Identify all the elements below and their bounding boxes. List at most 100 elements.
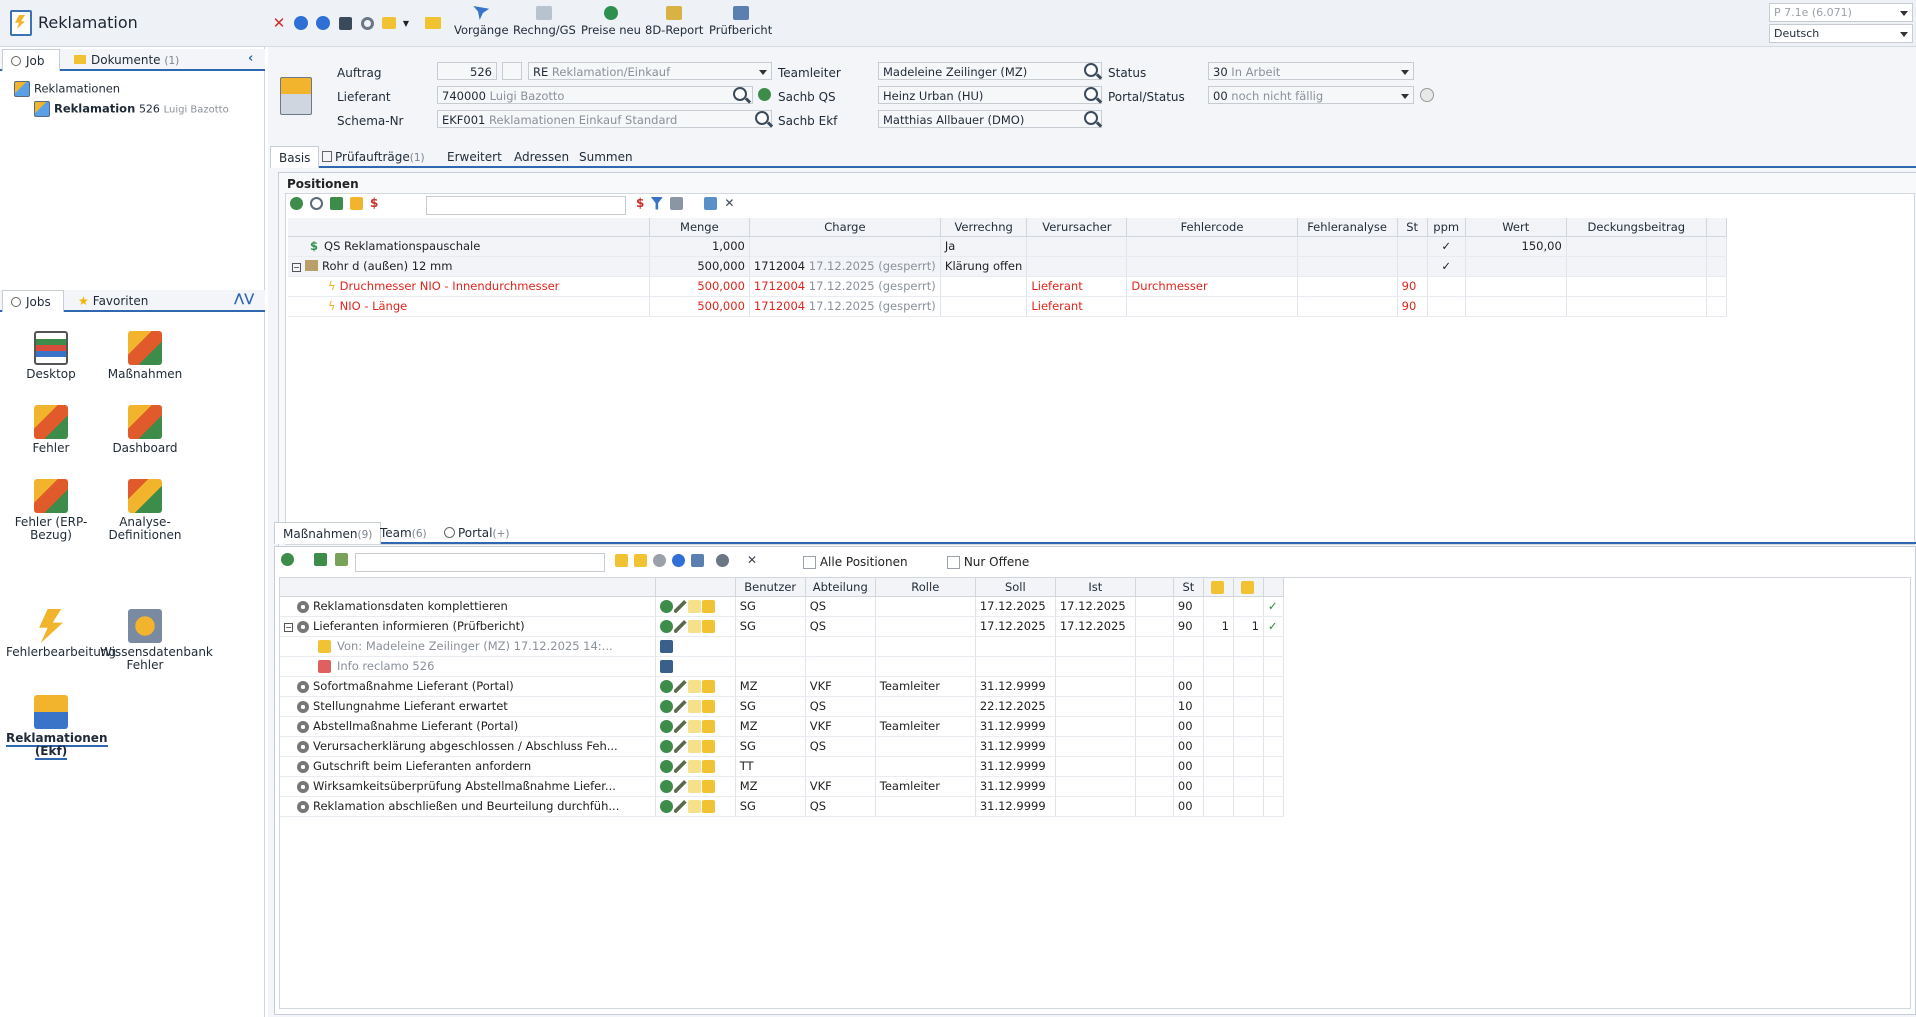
massnahme-row[interactable]: Verursacherklärung abgeschlossen / Absch… [280,736,1285,757]
folder-icon[interactable] [701,780,715,793]
refresh-icon[interactable] [659,700,673,713]
toolbar-pruefbericht-button[interactable]: Prüfbericht [709,6,772,37]
tree-item-reklamationen[interactable]: Reklamationen [14,81,120,97]
filter-alle-positionen[interactable]: Alle Positionen [803,555,908,569]
language-select[interactable]: Deutsch [1769,24,1913,43]
col-st[interactable]: St [1397,218,1428,237]
massnahme-row[interactable]: Wirksamkeitsüberprüfung Abstellmaßnahme … [280,776,1285,797]
mail-icon[interactable] [687,620,701,633]
col-fehleranalyse[interactable]: Fehleranalyse [1297,218,1398,237]
search-icon[interactable] [755,111,769,125]
col-name[interactable] [280,578,656,597]
tile-fehler[interactable]: Fehler [6,405,96,455]
search-icon[interactable] [1084,63,1098,77]
massnahme-row[interactable]: − Lieferanten informieren (Prüfbericht) SG… [280,616,1285,637]
tree-item-reklamation-526[interactable]: Reklamation 526 Luigi Bazotto [34,101,229,117]
col-st[interactable]: St [1173,578,1204,597]
massnahmen-search-input[interactable] [355,553,605,572]
filter-nur-offene[interactable]: Nur Offene [947,555,1029,569]
collapse-icon[interactable]: − [292,263,301,272]
edit-icon[interactable] [673,700,687,713]
mail-icon[interactable] [687,800,701,813]
col-soll[interactable]: Soll [975,578,1056,597]
positionen-search-input[interactable] [426,196,626,215]
gear-icon[interactable] [653,553,666,567]
settings-icon[interactable]: ✕ [724,196,734,210]
tab-jobs[interactable]: Jobs [2,290,64,312]
sort-arrows-icon[interactable]: ⋀⋁ [234,291,254,305]
settings-gear-icon[interactable] [716,553,729,567]
col-ist[interactable]: Ist [1055,578,1136,597]
info-icon[interactable] [672,553,685,567]
person-icon[interactable] [691,553,704,567]
excel-icon[interactable] [330,196,343,210]
mail-icon[interactable] [687,780,701,793]
calculator-icon[interactable] [670,196,684,210]
refresh-icon[interactable] [659,740,673,753]
collapse-left-icon[interactable]: ‹ [248,51,253,66]
refresh-icon[interactable] [659,620,673,633]
auftrag-type-select[interactable]: RE Reklamation/Einkauf [528,62,772,80]
col-charge[interactable]: Charge [749,218,941,237]
search-icon[interactable] [310,196,323,210]
folder-icon[interactable] [424,14,442,32]
folder-icon[interactable] [701,740,715,753]
mail-icon[interactable] [687,760,701,773]
auftrag-no-field[interactable]: 526 [437,62,497,80]
tools-icon[interactable]: ✕ [747,553,757,567]
refresh-icon[interactable] [659,680,673,693]
edit-icon[interactable] [673,680,687,693]
add-position-icon[interactable] [350,196,363,210]
position-row[interactable]: ϟ NIO - Länge 500,000 1712004 17.12.2025 … [288,296,1728,317]
edit-icon[interactable] [673,760,687,773]
save-icon[interactable] [336,14,354,32]
tile-analyse[interactable]: Analyse-Definitionen [100,479,190,542]
sachbqs-field[interactable]: Heinz Urban (HU) [878,86,1102,104]
refresh-icon[interactable] [290,196,303,210]
refresh-icon[interactable] [659,720,673,733]
col-fehlercode[interactable]: Fehlercode [1126,218,1298,237]
tab-team[interactable]: Team(6) [372,522,435,544]
sachbekf-field[interactable]: Matthias Allbauer (DMO) [878,110,1102,128]
massnahme-row[interactable]: Abstellmaßnahme Lieferant (Portal) MZ VKF T… [280,716,1285,737]
refresh-icon[interactable] [659,760,673,773]
alle-positionen-checkbox[interactable] [803,556,816,569]
edit-icon[interactable] [673,800,687,813]
tile-massnahmen[interactable]: Maßnahmen [100,331,190,381]
massnahme-subrow[interactable]: Von: Madeleine Zeilinger (MZ) 17.12.2025… [280,636,1285,657]
tab-adressen[interactable]: Adressen [506,146,577,168]
plugin-icon[interactable] [704,196,718,210]
tab-massnahmen[interactable]: Maßnahmen(9) [274,522,382,544]
folder-icon[interactable] [634,553,647,567]
tile-fehler-erp[interactable]: Fehler (ERP-Bezug) [6,479,96,542]
col-name[interactable] [288,218,650,237]
forward-icon[interactable] [314,14,332,32]
position-row[interactable]: $ QS Reklamationspauschale 1,000 Ja ✓ 150… [288,236,1728,257]
massnahme-row[interactable]: Reklamation abschließen und Beurteilung … [280,796,1285,817]
folder-icon[interactable] [701,720,715,733]
massnahme-subrow[interactable]: Info reclamo 526 [280,656,1285,677]
massnahme-row[interactable]: Sofortmaßnahme Lieferant (Portal) MZ VKF Te… [280,676,1285,697]
tab-summen[interactable]: Summen [571,146,641,168]
chevron-down-icon[interactable]: ▼ [402,14,410,32]
col-verursacher[interactable]: Verursacher [1026,218,1128,237]
schema-field[interactable]: EKF001 Reklamationen Einkauf Standard [437,110,772,128]
edit-icon[interactable] [673,720,687,733]
edit-icon[interactable] [673,620,687,633]
folder-icon[interactable] [701,700,715,713]
col-rolle[interactable]: Rolle [875,578,976,597]
nur-offene-checkbox[interactable] [947,556,960,569]
tab-dokumente[interactable]: Dokumente (1) [66,49,196,71]
status-select[interactable]: 30 In Arbeit [1208,62,1414,80]
toolbar-preise-button[interactable]: Preise neu [581,6,641,37]
search-icon[interactable] [1084,111,1098,125]
folder-icon[interactable] [701,680,715,693]
folder-icon[interactable] [701,600,715,613]
excel-icon[interactable] [314,553,327,566]
tab-pruefauftraege[interactable]: Prüfaufträge(1) [314,146,433,168]
toolbar-8d-button[interactable]: 8D-Report [645,6,703,37]
edit-icon[interactable] [673,600,687,613]
refresh-icon[interactable] [659,600,673,613]
teamleiter-field[interactable]: Madeleine Zeilinger (MZ) [878,62,1102,80]
tile-dashboard[interactable]: Dashboard [100,405,190,455]
